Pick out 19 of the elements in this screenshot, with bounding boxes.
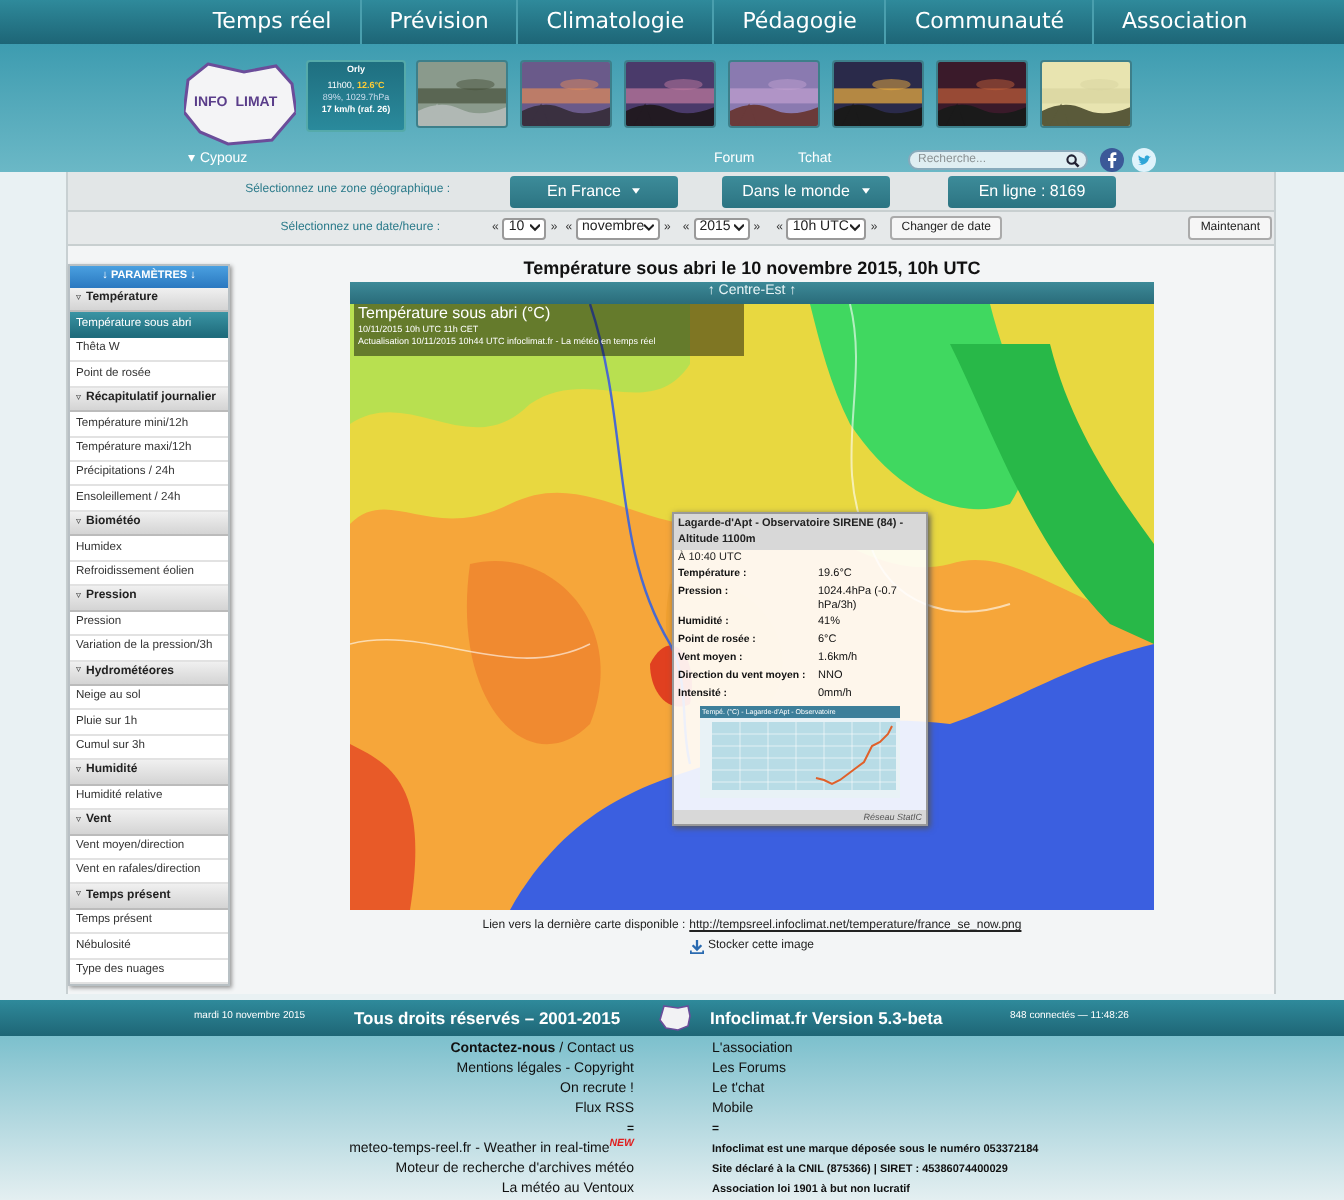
- zone-button[interactable]: En ligne : 8169: [948, 175, 1116, 207]
- caret-icon: [850, 224, 861, 232]
- caret-icon: [632, 188, 641, 194]
- caret-icon: [644, 224, 655, 232]
- version-text: Infoclimat.fr Version 5.3-beta: [710, 1005, 945, 1031]
- nav-link[interactable]: Temps réel: [184, 0, 360, 44]
- zone-button[interactable]: Dans le monde: [722, 175, 890, 207]
- search-icon: [1066, 153, 1080, 167]
- caret-icon: [530, 224, 541, 232]
- facebook-icon: [1100, 148, 1124, 172]
- download-icon: [689, 940, 704, 954]
- twitter-icon: [1132, 148, 1156, 172]
- copyright-text: Tous droits réservés – 2001-2015: [354, 1005, 623, 1031]
- caret-icon: [861, 188, 870, 194]
- map-title: Température sous abri le 10 novembre 2015, 10h UTC: [523, 256, 981, 282]
- caption-title: Température sous abri (°C): [358, 304, 553, 324]
- caret-icon: [733, 224, 744, 232]
- zone-button[interactable]: En France: [510, 175, 678, 207]
- logo-icon: [654, 1004, 694, 1032]
